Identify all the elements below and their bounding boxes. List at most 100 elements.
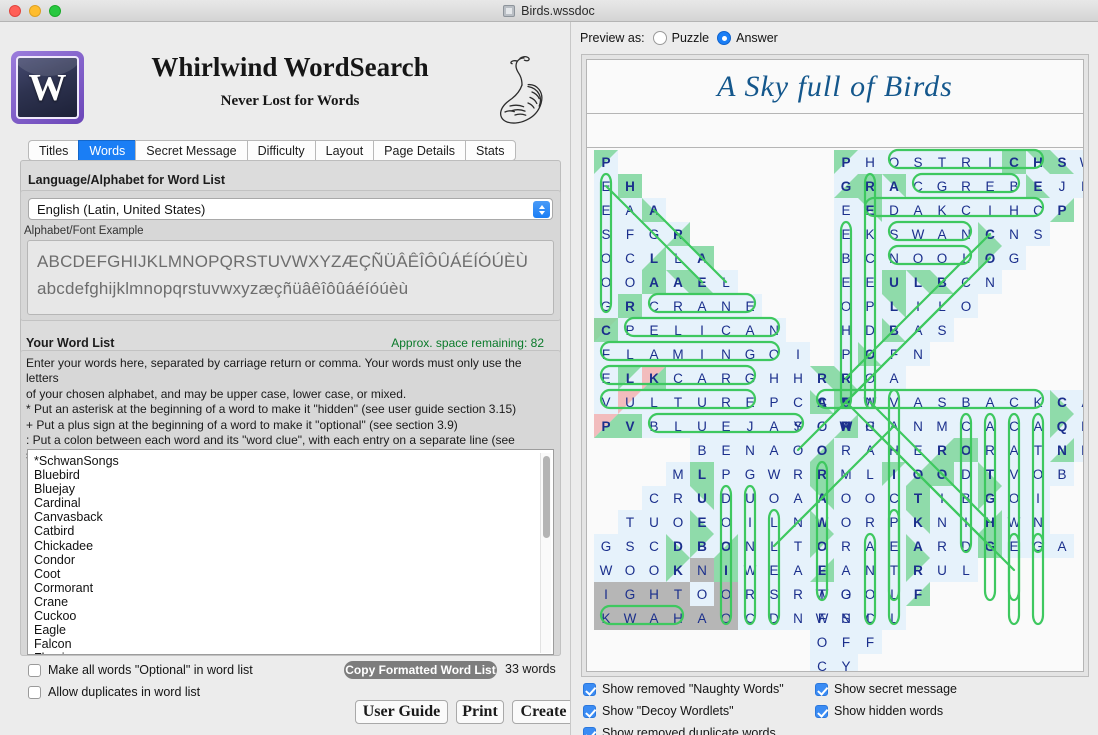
- grid-cell[interactable]: T: [786, 534, 810, 558]
- grid-cell[interactable]: O: [642, 558, 666, 582]
- window-traffic-lights[interactable]: [9, 0, 61, 22]
- answer-radio[interactable]: [717, 31, 732, 45]
- grid-cell[interactable]: O: [594, 246, 618, 270]
- grid-cell[interactable]: H: [858, 150, 882, 174]
- grid-cell[interactable]: A: [642, 606, 666, 630]
- grid-cell[interactable]: P: [882, 510, 906, 534]
- grid-cell[interactable]: C: [786, 390, 810, 414]
- grid-cell[interactable]: O: [714, 606, 738, 630]
- grid-cell[interactable]: U: [690, 486, 714, 510]
- grid-cell[interactable]: J: [1050, 174, 1074, 198]
- grid-cell[interactable]: F: [810, 558, 834, 582]
- grid-cell[interactable]: A: [882, 366, 906, 390]
- show-removed-duplicates-checkbox[interactable]: [583, 726, 596, 735]
- grid-cell[interactable]: B: [882, 318, 906, 342]
- grid-cell[interactable]: S: [882, 222, 906, 246]
- grid-cell[interactable]: E: [690, 270, 714, 294]
- grid-cell[interactable]: D: [858, 318, 882, 342]
- grid-cell[interactable]: L: [666, 246, 690, 270]
- grid-cell[interactable]: C: [1002, 414, 1026, 438]
- grid-cell[interactable]: O: [810, 534, 834, 558]
- grid-cell[interactable]: T: [666, 582, 690, 606]
- grid-cell[interactable]: N: [786, 606, 810, 630]
- grid-cell[interactable]: A: [1074, 390, 1083, 414]
- grid-cell[interactable]: N: [762, 318, 786, 342]
- grid-cell[interactable]: P: [762, 390, 786, 414]
- grid-cell[interactable]: I: [786, 342, 810, 366]
- grid-cell[interactable]: O: [930, 462, 954, 486]
- tab-titles[interactable]: Titles: [28, 140, 79, 161]
- grid-cell[interactable]: B: [954, 390, 978, 414]
- grid-cell[interactable]: A: [978, 390, 1002, 414]
- grid-cell[interactable]: F: [618, 222, 642, 246]
- grid-cell[interactable]: O: [954, 294, 978, 318]
- grid-cell[interactable]: I: [978, 150, 1002, 174]
- grid-cell[interactable]: F: [882, 342, 906, 366]
- grid-cell[interactable]: G: [1026, 534, 1050, 558]
- grid-cell[interactable]: R: [834, 366, 858, 390]
- preview-as-control[interactable]: Preview as: Puzzle Answer: [580, 31, 778, 45]
- grid-cell[interactable]: L: [882, 582, 906, 606]
- grid-cell[interactable]: R: [714, 390, 738, 414]
- grid-cell[interactable]: N: [930, 510, 954, 534]
- grid-cell[interactable]: R: [930, 534, 954, 558]
- grid-cell[interactable]: O: [954, 438, 978, 462]
- grid-cell[interactable]: C: [1050, 390, 1074, 414]
- grid-cell[interactable]: O: [666, 510, 690, 534]
- grid-cell[interactable]: S: [618, 534, 642, 558]
- grid-cell[interactable]: O: [618, 270, 642, 294]
- show-removed-duplicates-row[interactable]: Show removed duplicate words: [583, 726, 776, 735]
- grid-cell[interactable]: W: [1002, 510, 1026, 534]
- grid-cell[interactable]: N: [714, 342, 738, 366]
- grid-cell[interactable]: A: [906, 390, 930, 414]
- grid-cell[interactable]: O: [714, 534, 738, 558]
- grid-cell[interactable]: L: [954, 558, 978, 582]
- grid-cell[interactable]: N: [714, 294, 738, 318]
- grid-cell[interactable]: A: [882, 174, 906, 198]
- grid-cell[interactable]: M: [834, 462, 858, 486]
- language-select[interactable]: English (Latin, United States): [28, 198, 553, 220]
- grid-cell[interactable]: C: [810, 390, 834, 414]
- grid-cell[interactable]: O: [1026, 462, 1050, 486]
- grid-cell[interactable]: L: [666, 318, 690, 342]
- grid-cell[interactable]: N: [858, 558, 882, 582]
- grid-cell[interactable]: O: [834, 294, 858, 318]
- grid-cell[interactable]: K: [930, 198, 954, 222]
- grid-cell[interactable]: D: [666, 534, 690, 558]
- grid-cell[interactable]: R: [978, 438, 1002, 462]
- grid-cell[interactable]: B: [834, 246, 858, 270]
- grid-cell[interactable]: G: [1002, 246, 1026, 270]
- grid-cell[interactable]: A: [642, 342, 666, 366]
- puzzle-radio[interactable]: [652, 31, 667, 45]
- grid-cell[interactable]: A: [858, 534, 882, 558]
- grid-cell[interactable]: S: [906, 150, 930, 174]
- grid-cell[interactable]: N: [906, 414, 930, 438]
- grid-cell[interactable]: N: [858, 390, 882, 414]
- grid-cell[interactable]: A: [882, 414, 906, 438]
- grid-cell[interactable]: C: [594, 318, 618, 342]
- grid-cell[interactable]: A: [618, 198, 642, 222]
- word-list-scrollbar[interactable]: [540, 453, 551, 653]
- grid-cell[interactable]: C: [642, 294, 666, 318]
- allow-duplicates-checkbox-row[interactable]: Allow duplicates in word list: [28, 685, 200, 699]
- grid-cell[interactable]: W: [810, 582, 834, 606]
- grid-cell[interactable]: E: [834, 222, 858, 246]
- grid-cell[interactable]: N: [738, 438, 762, 462]
- show-naughty-words-checkbox[interactable]: [583, 682, 596, 696]
- grid-cell[interactable]: O: [762, 486, 786, 510]
- tab-bar[interactable]: Titles Words Secret Message Difficulty L…: [28, 140, 516, 161]
- grid-cell[interactable]: C: [666, 366, 690, 390]
- grid-cell[interactable]: E: [834, 270, 858, 294]
- word-list-textarea[interactable]: *SchwanSongs Bluebird Bluejay Cardinal C…: [27, 449, 554, 655]
- grid-cell[interactable]: A: [786, 558, 810, 582]
- grid-cell[interactable]: S: [930, 318, 954, 342]
- grid-cell[interactable]: O: [882, 150, 906, 174]
- grid-cell[interactable]: S: [930, 390, 954, 414]
- grid-cell[interactable]: R: [618, 294, 642, 318]
- grid-cell[interactable]: U: [882, 270, 906, 294]
- grid-cell[interactable]: L: [882, 606, 906, 630]
- show-decoy-wordlets-row[interactable]: Show "Decoy Wordlets": [583, 704, 734, 718]
- grid-cell[interactable]: C: [858, 246, 882, 270]
- grid-cell[interactable]: O: [858, 366, 882, 390]
- grid-cell[interactable]: E: [738, 294, 762, 318]
